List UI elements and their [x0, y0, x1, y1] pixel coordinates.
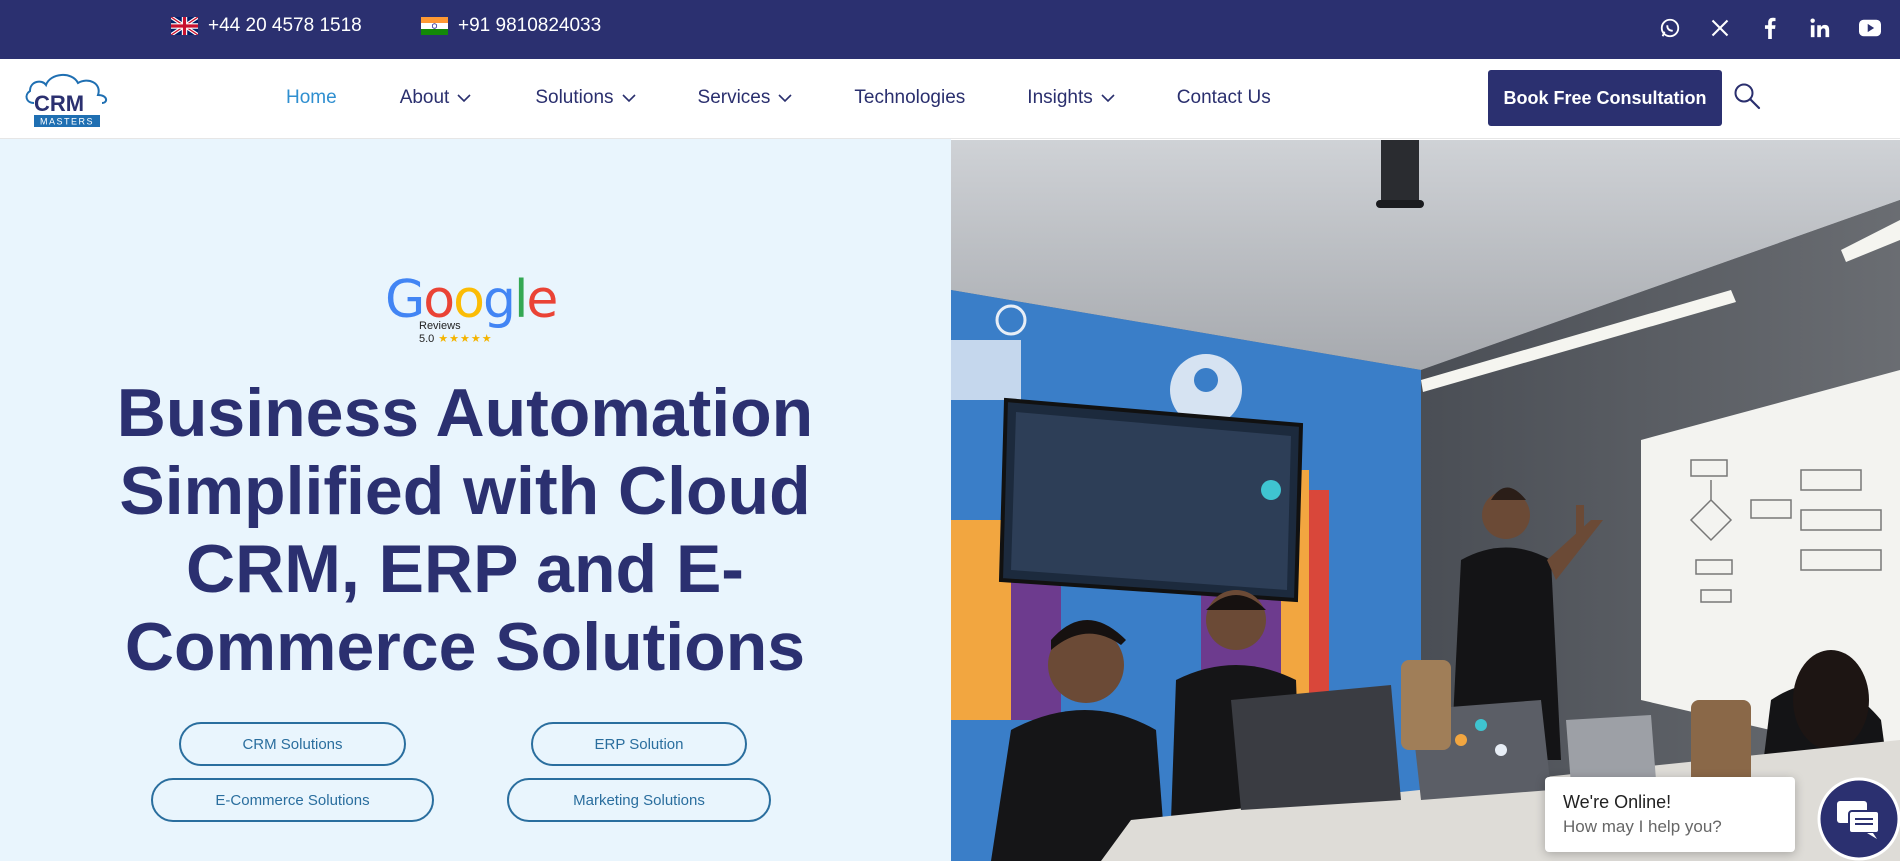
erp-solution-button[interactable]: ERP Solution	[531, 722, 747, 766]
main-nav: Home About Solutions Services Technologi…	[286, 87, 1271, 109]
nav-item-insights[interactable]: Insights	[1027, 87, 1115, 109]
top-contact-bar: +44 20 4578 1518 +91 9810824033	[0, 0, 1900, 59]
chat-launcher-icon[interactable]	[1815, 777, 1900, 861]
india-flag-icon	[421, 17, 448, 35]
google-reviews-badge[interactable]: Google Reviews 5.0 ★★★★★	[385, 270, 558, 345]
search-icon[interactable]	[1733, 82, 1761, 110]
google-logo: Google	[385, 270, 558, 330]
chevron-down-icon	[1101, 94, 1115, 103]
google-rating: 5.0 ★★★★★	[419, 332, 493, 345]
chevron-down-icon	[778, 94, 792, 103]
nav-item-label: About	[399, 87, 450, 108]
google-reviews-label: Reviews	[419, 320, 461, 332]
youtube-icon[interactable]	[1858, 15, 1882, 41]
marketing-solutions-button[interactable]: Marketing Solutions	[507, 778, 771, 822]
nav-item-services[interactable]: Services	[698, 87, 793, 109]
book-consultation-button[interactable]: Book Free Consultation	[1488, 70, 1722, 126]
uk-phone-number: +44 20 4578 1518	[208, 15, 362, 36]
main-header: CRM MASTERS Home About Solutions Service…	[0, 59, 1900, 139]
chat-title: We're Online!	[1563, 792, 1672, 812]
nav-item-technologies[interactable]: Technologies	[854, 87, 965, 109]
crm-solutions-button[interactable]: CRM Solutions	[179, 722, 406, 766]
nav-item-label: Home	[286, 87, 337, 108]
hero-headline: Business Automation Simplified with Clou…	[116, 375, 814, 685]
india-phone-link[interactable]: +91 9810824033	[421, 15, 601, 37]
nav-item-label: Technologies	[854, 87, 966, 108]
rating-value: 5.0	[419, 333, 435, 345]
uk-phone-link[interactable]: +44 20 4578 1518	[171, 15, 362, 37]
team-meeting-image	[951, 140, 1900, 861]
logo-masters-text: MASTERS	[40, 117, 94, 127]
chevron-down-icon	[621, 94, 636, 103]
chat-subtitle: How may I help you?	[1563, 817, 1722, 836]
nav-item-label: Insights	[1027, 87, 1093, 108]
star-rating-icon: ★★★★★	[438, 333, 493, 345]
nav-item-solutions[interactable]: Solutions	[535, 87, 636, 109]
social-links	[1658, 15, 1882, 41]
nav-item-label: Services	[697, 87, 771, 108]
nav-item-label: Contact Us	[1176, 87, 1271, 108]
nav-item-home[interactable]: Home	[286, 87, 337, 109]
facebook-icon[interactable]	[1758, 15, 1782, 41]
whatsapp-icon[interactable]	[1658, 15, 1682, 41]
hero-left-panel: Google Reviews 5.0 ★★★★★ Business Automat…	[0, 139, 951, 861]
logo-crm-text: CRM	[34, 91, 84, 116]
x-icon[interactable]	[1708, 15, 1732, 41]
linkedin-icon[interactable]	[1808, 15, 1832, 41]
ecommerce-solutions-button[interactable]: E-Commerce Solutions	[151, 778, 434, 822]
crm-masters-logo[interactable]: CRM MASTERS	[20, 69, 116, 129]
nav-item-contact-us[interactable]: Contact Us	[1177, 87, 1271, 109]
hero-team-photo	[951, 140, 1900, 861]
india-phone-number: +91 9810824033	[458, 15, 602, 36]
chat-prompt-bubble[interactable]: We're Online! How may I help you?	[1545, 777, 1795, 852]
nav-item-label: Solutions	[535, 87, 614, 108]
uk-flag-icon	[171, 17, 198, 35]
chevron-down-icon	[457, 94, 471, 103]
nav-item-about[interactable]: About	[400, 87, 472, 109]
